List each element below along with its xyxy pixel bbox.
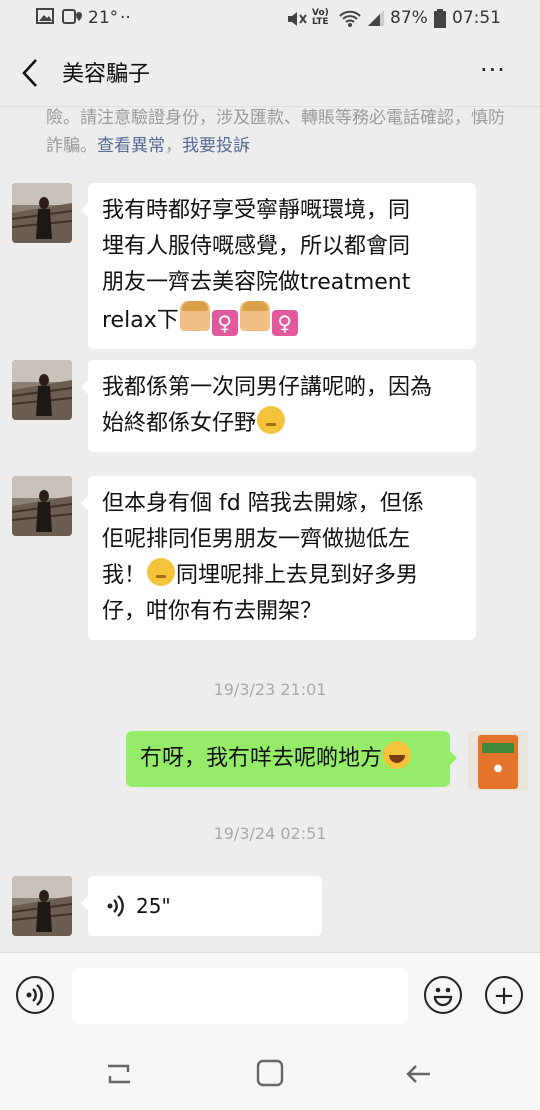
message-timestamp: 19/3/24 02:51	[213, 824, 327, 843]
battery-percent: 87%	[390, 8, 428, 28]
woman-getting-massage-emoji	[239, 301, 270, 331]
voice-duration: 25"	[136, 894, 171, 918]
mute-icon	[286, 10, 308, 33]
contact-avatar[interactable]	[12, 476, 72, 536]
voice-input-button[interactable]	[16, 976, 54, 1014]
volte-icon: Vo) LTE	[312, 8, 329, 27]
contact-avatar[interactable]	[12, 360, 72, 420]
smiley-icon	[433, 987, 453, 1007]
more-options-button[interactable]: ···	[480, 56, 520, 90]
contact-avatar[interactable]	[12, 876, 72, 936]
contact-avatar[interactable]	[12, 183, 72, 243]
gallery-icon	[36, 8, 54, 29]
back-button[interactable]	[16, 56, 46, 90]
report-link[interactable]: 我要投訴	[182, 136, 250, 156]
recent-apps-button[interactable]	[104, 1060, 134, 1092]
more-actions-button[interactable]: +	[485, 976, 523, 1014]
recent-apps-icon	[108, 1064, 130, 1084]
tears-of-joy-emoji	[383, 741, 412, 769]
voice-wave-icon	[107, 895, 124, 917]
signal-icon	[366, 9, 386, 32]
battery-icon	[434, 9, 446, 33]
voice-wave-icon	[26, 984, 43, 1006]
pensive-face-emoji	[257, 406, 286, 434]
home-button[interactable]	[255, 1058, 285, 1092]
svg-text:●: ●	[494, 763, 503, 774]
woman-getting-massage-emoji	[179, 301, 210, 331]
temperature: 21°	[88, 8, 119, 28]
message-input[interactable]	[72, 968, 408, 1024]
wifi-icon	[338, 9, 362, 32]
message-timestamp: 19/3/23 21:01	[213, 680, 327, 699]
my-avatar[interactable]: ●	[468, 731, 528, 791]
female-sign-icon: ♀	[271, 310, 298, 336]
chat-title: 美容騙子	[62, 62, 151, 87]
plus-icon: +	[493, 981, 515, 1011]
back-nav-button[interactable]	[404, 1060, 434, 1092]
message-bubble[interactable]: 但本身有個 fd 陪我去開嫁，但係 佢呢排同佢男朋友一齊做拋低左 我！ 同埋呢排上…	[81, 476, 476, 640]
chevron-left-icon	[22, 59, 37, 87]
emoji-button[interactable]	[424, 976, 462, 1014]
home-icon	[256, 1059, 284, 1087]
view-anomaly-link[interactable]: 查看異常	[97, 136, 165, 156]
pensive-face-emoji	[147, 558, 176, 586]
message-bubble[interactable]: 我有時都好享受寧靜嘅環境，同 埋有人服侍嘅感覺，所以都會同 朋友一齊去美容院做t…	[81, 183, 476, 349]
sent-message-bubble[interactable]: 冇呀，我冇咩去呢啲地方	[126, 731, 457, 787]
back-arrow-icon	[406, 1065, 430, 1083]
status-dots: ··	[120, 8, 131, 28]
female-sign-icon: ♀	[211, 310, 238, 336]
voice-message-bubble[interactable]: 25"	[81, 876, 322, 936]
message-bubble[interactable]: 我都係第一次同男仔講呢啲，因為 始終都係女仔野	[81, 360, 476, 452]
location-icon	[62, 8, 82, 31]
security-notice: 險。請注意驗證身份，涉及匯款、轉賬等務必電話確認，慎防詐騙。查看異常，我要投訴	[46, 108, 505, 156]
status-bar: 21° ·· Vo) LTE 87% 07:51	[0, 0, 540, 38]
clock: 07:51	[452, 8, 501, 28]
